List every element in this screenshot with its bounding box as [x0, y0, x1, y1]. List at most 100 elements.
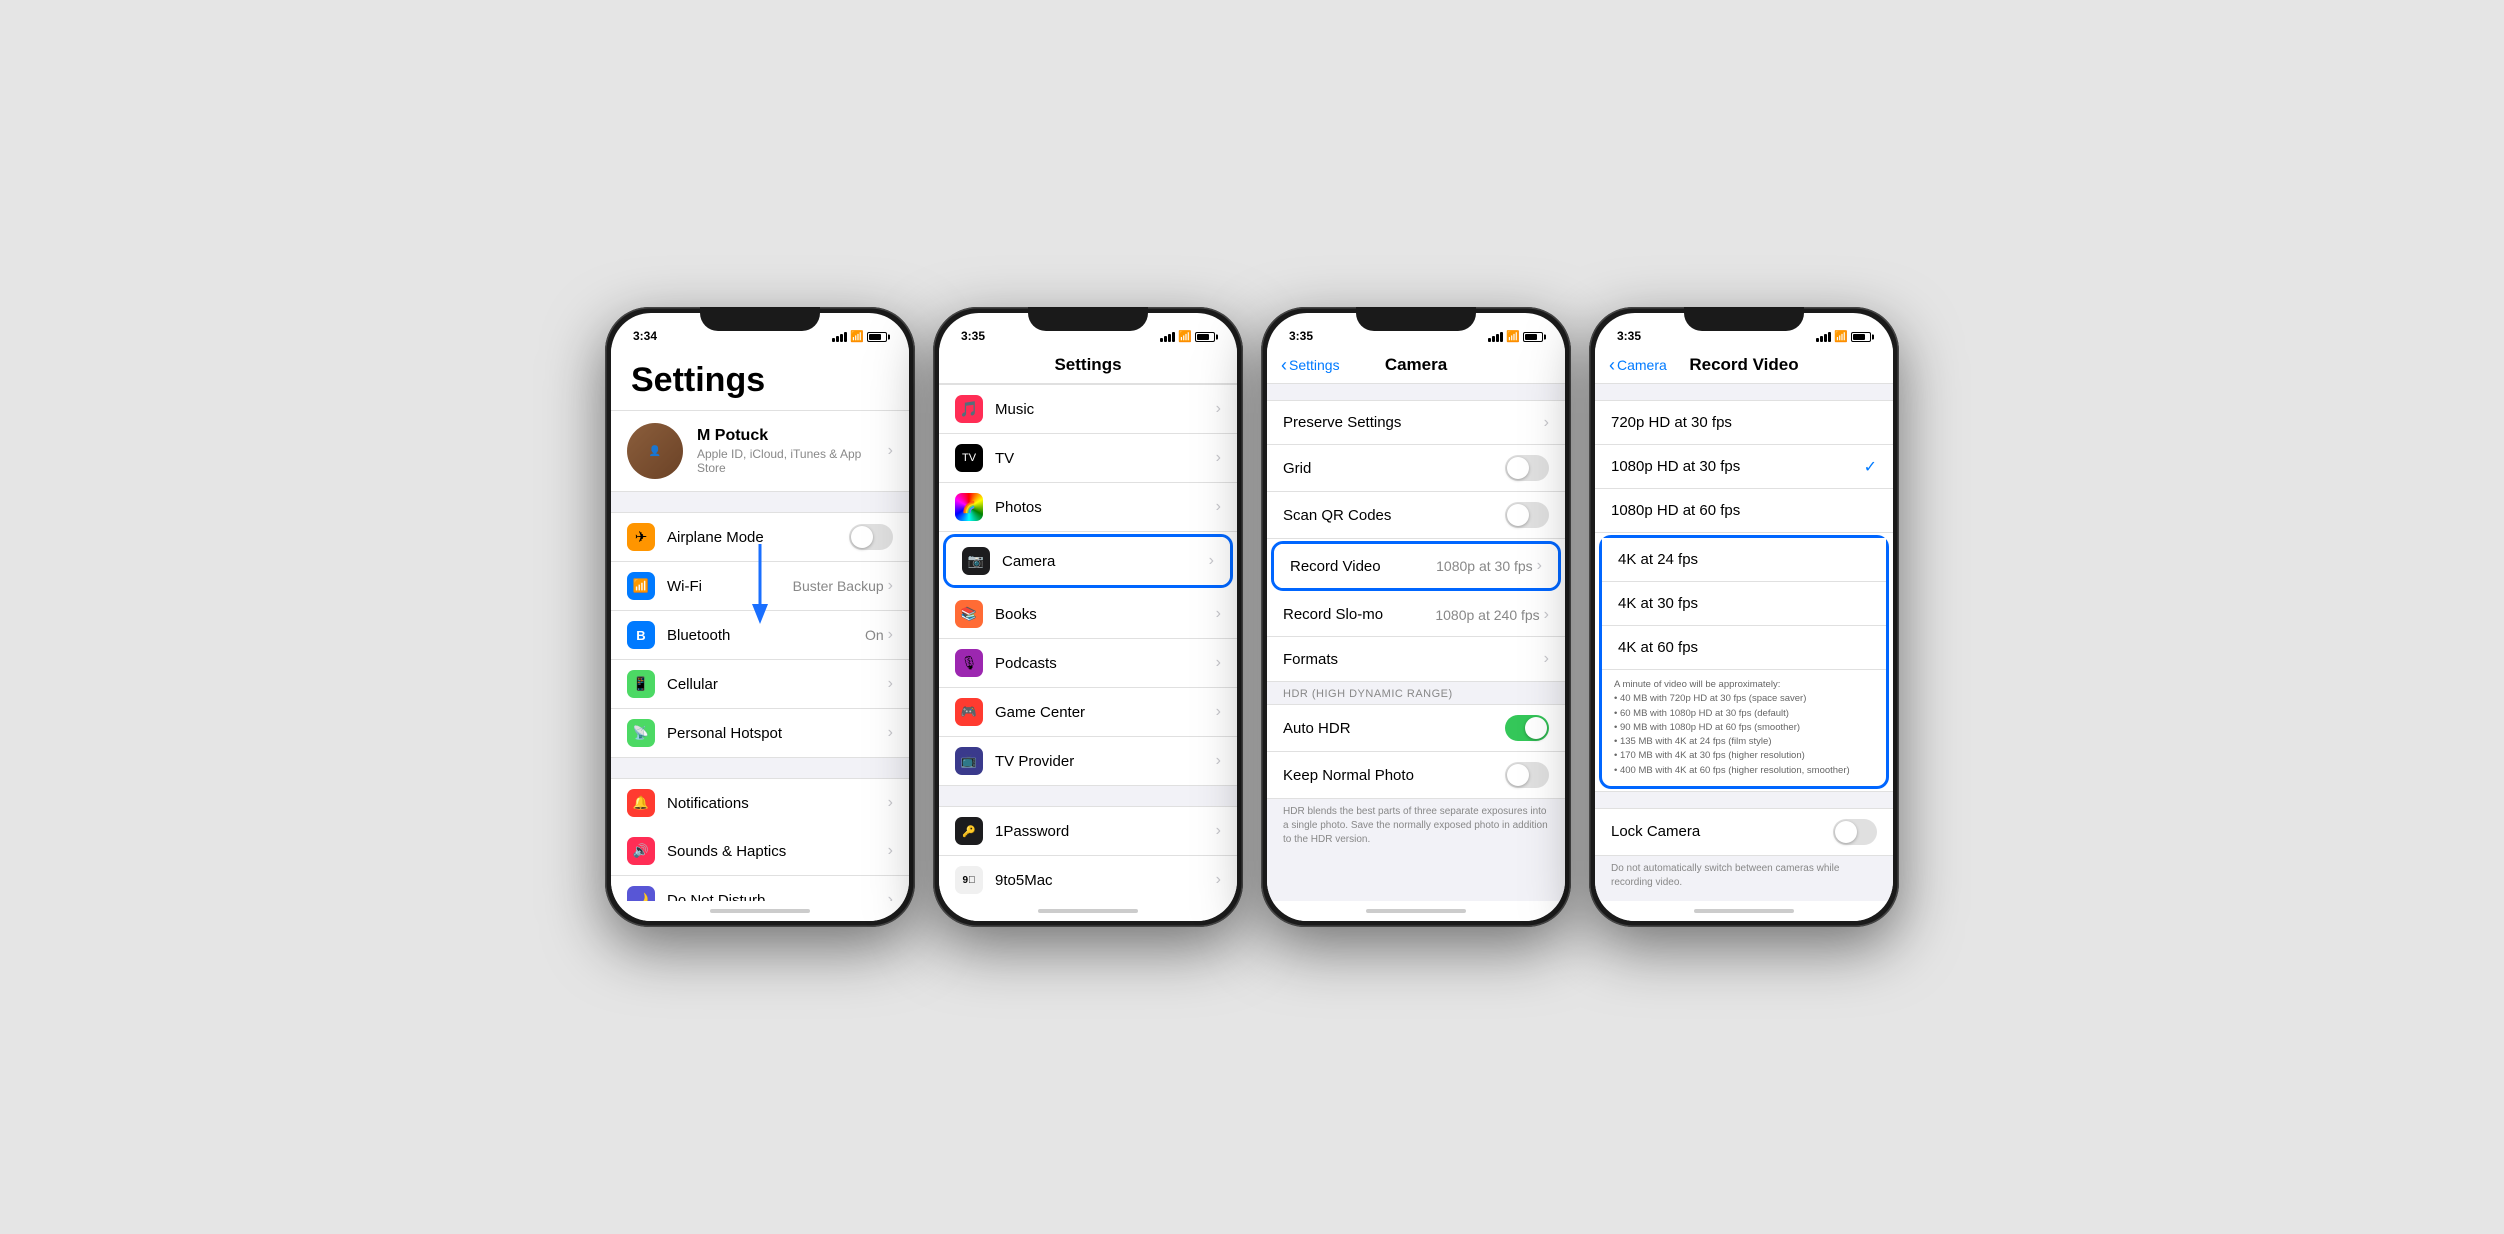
- gamecenter-row[interactable]: 🎮 Game Center ›: [939, 688, 1237, 737]
- 9to5mac-row[interactable]: 9⃣ 9to5Mac ›: [939, 856, 1237, 901]
- scanqr-row[interactable]: Scan QR Codes: [1267, 492, 1565, 539]
- tv-row[interactable]: TV TV ›: [939, 434, 1237, 483]
- home-bar-1: [710, 909, 810, 913]
- settings-body-1: Settings 👤 M Potuck Apple ID, iCloud, iT…: [611, 347, 909, 901]
- app-section: 🎵 Music › TV TV › 🌈 Ph: [939, 384, 1237, 786]
- camera-row[interactable]: 📷 Camera ›: [946, 537, 1230, 585]
- grid-row[interactable]: Grid: [1267, 445, 1565, 492]
- wifi-icon-4: 📶: [1834, 330, 1848, 343]
- sounds-row[interactable]: 🔊 Sounds & Haptics ›: [611, 827, 909, 876]
- podcasts-chevron: ›: [1216, 654, 1221, 672]
- dnd-row[interactable]: 🌙 Do Not Disturb ›: [611, 876, 909, 901]
- music-row[interactable]: 🎵 Music ›: [939, 385, 1237, 434]
- preserve-row[interactable]: Preserve Settings ›: [1267, 401, 1565, 445]
- recordvideo-chevron: ›: [1537, 557, 1542, 575]
- scanqr-label: Scan QR Codes: [1283, 507, 1505, 524]
- photos-row[interactable]: 🌈 Photos ›: [939, 483, 1237, 532]
- recordvideo-row[interactable]: Record Video 1080p at 30 fps ›: [1274, 544, 1558, 588]
- keepnormal-toggle[interactable]: [1505, 762, 1549, 788]
- signal-icon-1: [832, 332, 847, 342]
- formats-row[interactable]: Formats ›: [1267, 637, 1565, 681]
- preserve-chevron: ›: [1544, 414, 1549, 432]
- keepnormal-row[interactable]: Keep Normal Photo: [1267, 752, 1565, 798]
- books-icon: 📚: [955, 600, 983, 628]
- airplane-mode-row[interactable]: ✈ Airplane Mode: [611, 513, 909, 562]
- cellular-icon: 📱: [627, 670, 655, 698]
- sounds-label: Sounds & Haptics: [667, 843, 888, 860]
- tvprovider-label: TV Provider: [995, 753, 1216, 770]
- bluetooth-row[interactable]: B Bluetooth On ›: [611, 611, 909, 660]
- sounds-chevron: ›: [888, 842, 893, 860]
- recordvideo-label: Record Video: [1290, 558, 1436, 575]
- 4k24-label: 4K at 24 fps: [1618, 551, 1870, 568]
- slo-mo-row[interactable]: Record Slo-mo 1080p at 240 fps ›: [1267, 593, 1565, 637]
- nav-back-label-4: Camera: [1617, 357, 1667, 373]
- 720p-row[interactable]: 720p HD at 30 fps: [1595, 401, 1893, 445]
- notifications-chevron: ›: [888, 794, 893, 812]
- 4k-highlighted-wrapper: 4K at 24 fps 4K at 30 fps 4K at 60 fps: [1595, 535, 1893, 789]
- home-indicator-3: [1267, 901, 1565, 921]
- battery-icon-1: [867, 332, 887, 342]
- 4k24-row[interactable]: 4K at 24 fps: [1602, 538, 1886, 582]
- autohdr-row[interactable]: Auto HDR: [1267, 705, 1565, 752]
- gamecenter-label: Game Center: [995, 704, 1216, 721]
- lock-camera-label: Lock Camera: [1611, 823, 1833, 840]
- airplane-icon: ✈: [627, 523, 655, 551]
- podcasts-row[interactable]: 🎙 Podcasts ›: [939, 639, 1237, 688]
- hdr-toggles: Auto HDR Keep Normal Photo: [1267, 704, 1565, 799]
- grid-toggle[interactable]: [1505, 455, 1549, 481]
- wifi-chevron: ›: [888, 577, 893, 595]
- preserve-label: Preserve Settings: [1283, 414, 1544, 431]
- wifi-row[interactable]: 📶 Wi-Fi Buster Backup ›: [611, 562, 909, 611]
- nav-back-3[interactable]: ‹ Settings: [1281, 356, 1340, 374]
- camera-label: Camera: [1002, 553, 1209, 570]
- signal-icon-2: [1160, 332, 1175, 342]
- record-video-body: 720p HD at 30 fps 1080p HD at 30 fps ✓ 1…: [1595, 384, 1893, 901]
- formats-chevron: ›: [1544, 650, 1549, 668]
- status-icons-3: 📶: [1488, 330, 1543, 343]
- settings-section-2: 🔔 Notifications › 🔊 Sounds & Haptics › 🌙: [611, 778, 909, 901]
- camera-highlighted-wrapper: 📷 Camera ›: [939, 532, 1237, 590]
- 1080p60-row[interactable]: 1080p HD at 60 fps: [1595, 489, 1893, 533]
- nav-title-3: Camera: [1385, 355, 1447, 375]
- 1080p30-row[interactable]: 1080p HD at 30 fps ✓: [1595, 445, 1893, 489]
- gamecenter-icon: 🎮: [955, 698, 983, 726]
- 1080p30-label: 1080p HD at 30 fps: [1611, 458, 1864, 475]
- autohdr-toggle[interactable]: [1505, 715, 1549, 741]
- hotspot-row[interactable]: 📡 Personal Hotspot ›: [611, 709, 909, 757]
- 4k30-row[interactable]: 4K at 30 fps: [1602, 582, 1886, 626]
- books-row[interactable]: 📚 Books ›: [939, 590, 1237, 639]
- notifications-label: Notifications: [667, 795, 888, 812]
- tvprovider-row[interactable]: 📺 TV Provider ›: [939, 737, 1237, 785]
- screen-2-content: Settings 🎵 Music › TV TV: [939, 347, 1237, 921]
- nav-title-2: Settings: [1054, 355, 1121, 375]
- nav-back-4[interactable]: ‹ Camera: [1609, 356, 1667, 374]
- lock-camera-row[interactable]: Lock Camera: [1595, 809, 1893, 855]
- phone-3: 3:35 📶 ‹: [1261, 307, 1571, 927]
- signal-icon-3: [1488, 332, 1503, 342]
- sounds-icon: 🔊: [627, 837, 655, 865]
- profile-chevron: ›: [888, 442, 893, 460]
- 1password-row[interactable]: 🔑 1Password ›: [939, 807, 1237, 856]
- tv-label: TV: [995, 450, 1216, 467]
- profile-row[interactable]: 👤 M Potuck Apple ID, iCloud, iTunes & Ap…: [611, 410, 909, 492]
- lock-camera-toggle[interactable]: [1833, 819, 1877, 845]
- nav-bar-2: Settings: [939, 347, 1237, 384]
- notch-3: [1356, 307, 1476, 331]
- notifications-row[interactable]: 🔔 Notifications ›: [611, 779, 909, 827]
- cellular-row[interactable]: 📱 Cellular ›: [611, 660, 909, 709]
- time-4: 3:35: [1617, 329, 1641, 343]
- scanqr-toggle[interactable]: [1505, 502, 1549, 528]
- tvprovider-chevron: ›: [1216, 752, 1221, 770]
- nav-bar-3: ‹ Settings Camera: [1267, 347, 1565, 384]
- camera-section-1: Preserve Settings › Grid Scan QR Codes: [1267, 400, 1565, 682]
- slomo-value: 1080p at 240 fps: [1435, 607, 1539, 623]
- third-party-section: 🔑 1Password › 9⃣ 9to5Mac › 🏠: [939, 806, 1237, 901]
- 4k60-row[interactable]: 4K at 60 fps: [1602, 626, 1886, 670]
- keepnormal-label: Keep Normal Photo: [1283, 767, 1505, 784]
- bluetooth-icon: B: [627, 621, 655, 649]
- 4k60-label: 4K at 60 fps: [1618, 639, 1870, 656]
- slomo-label: Record Slo-mo: [1283, 606, 1435, 623]
- hdr-header: HDR (HIGH DYNAMIC RANGE): [1267, 682, 1565, 704]
- airplane-toggle[interactable]: [849, 524, 893, 550]
